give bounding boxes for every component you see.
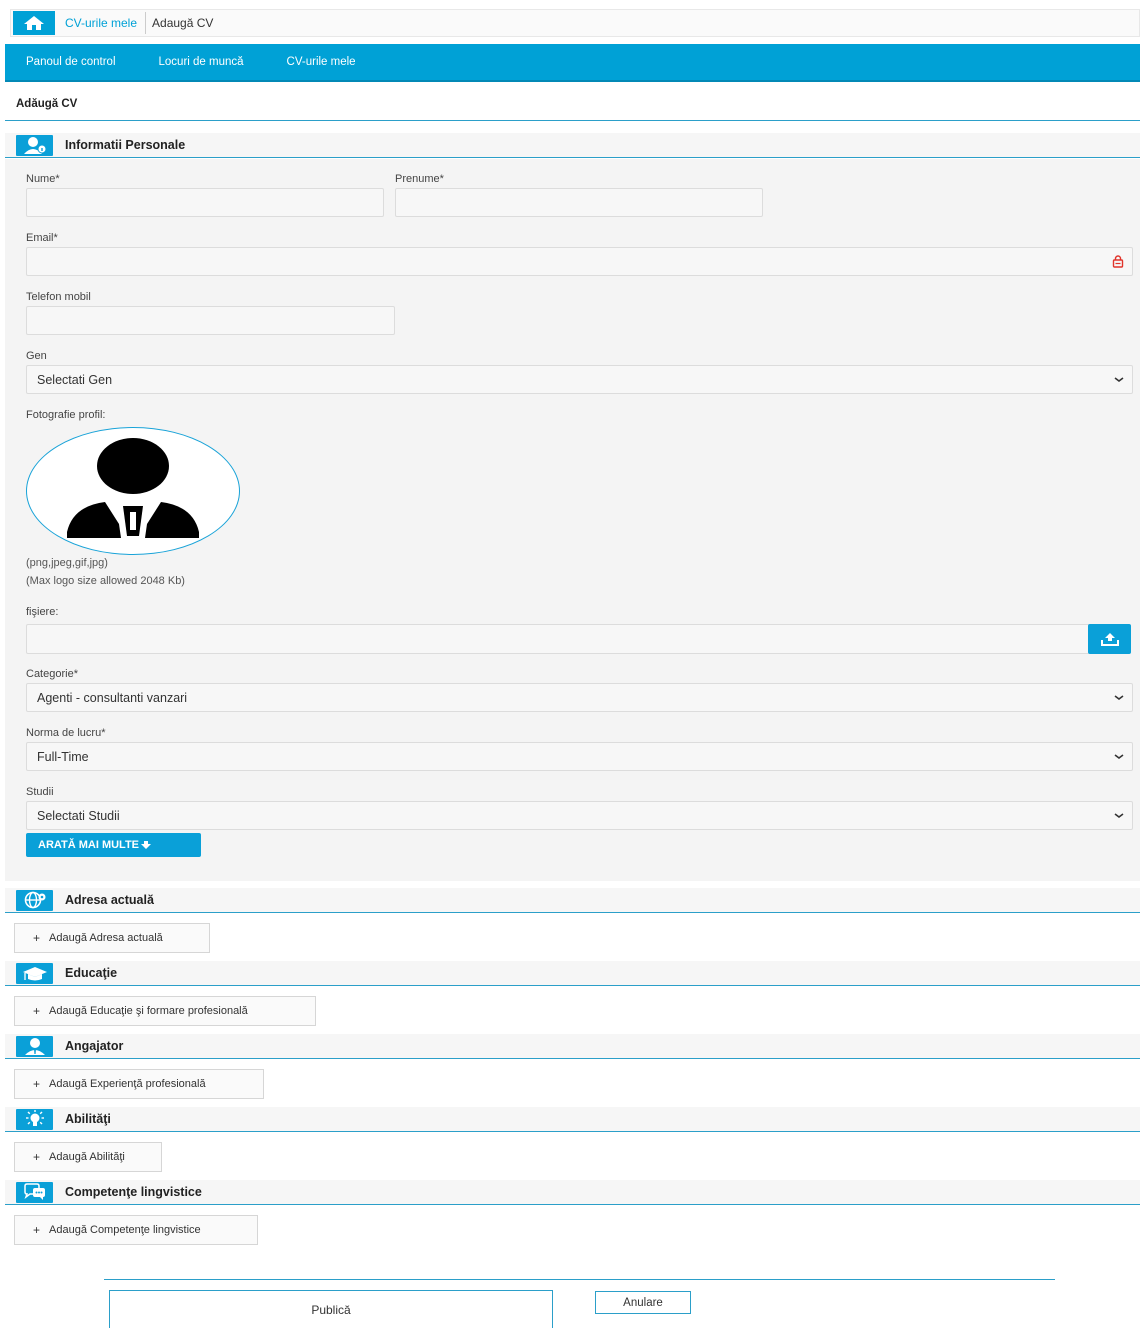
section-header-education: Educaţie bbox=[5, 961, 1140, 986]
plus-icon: + bbox=[33, 1077, 41, 1091]
page-title: Adăugă CV bbox=[16, 98, 78, 110]
norma-select-value: Full-Time bbox=[37, 749, 89, 764]
chevron-down-icon bbox=[1114, 691, 1124, 705]
chevron-down-icon bbox=[1114, 750, 1124, 764]
norma-select[interactable]: Full-Time bbox=[26, 742, 1133, 771]
add-education-label: Adaugă Educaţie şi formare profesională bbox=[49, 1005, 248, 1017]
user-info-icon bbox=[16, 134, 53, 156]
telefon-input[interactable] bbox=[26, 306, 395, 335]
studii-select[interactable]: Selectati Studii bbox=[26, 801, 1133, 830]
photo-max-size-note: (Max logo size allowed 2048 Kb) bbox=[26, 575, 185, 587]
publish-button[interactable]: Publică bbox=[109, 1290, 553, 1328]
show-more-button[interactable]: ARATĂ MAI MULTE bbox=[26, 833, 201, 857]
nume-label: Nume* bbox=[26, 173, 60, 185]
upload-icon bbox=[1100, 633, 1119, 646]
section-title-skills: Abilităţi bbox=[65, 1112, 111, 1126]
nume-input[interactable] bbox=[26, 188, 384, 217]
section-header-languages: Competenţe lingvistice bbox=[5, 1180, 1140, 1205]
categorie-select[interactable]: Agenti - consultanti vanzari bbox=[26, 683, 1133, 712]
telefon-label: Telefon mobil bbox=[26, 291, 91, 303]
graduation-cap-icon bbox=[16, 962, 53, 984]
section-header-personal: Informatii Personale bbox=[5, 133, 1140, 158]
personal-info-panel: Nume* Prenume* Email* Telefon mobil Gen … bbox=[5, 159, 1140, 881]
categorie-label: Categorie* bbox=[26, 668, 78, 680]
norma-label: Norma de lucru* bbox=[26, 727, 106, 739]
section-header-employer: Angajator bbox=[5, 1034, 1140, 1059]
show-more-label: ARATĂ MAI MULTE bbox=[38, 839, 140, 851]
chevron-down-icon bbox=[1114, 809, 1124, 823]
globe-location-icon bbox=[16, 889, 53, 911]
top-nav: Panoul de control Locuri de muncă CV-uri… bbox=[5, 44, 1140, 82]
section-title-employer: Angajator bbox=[65, 1039, 124, 1053]
chevron-down-icon bbox=[1114, 373, 1124, 387]
section-title-education: Educaţie bbox=[65, 966, 118, 980]
upload-button[interactable] bbox=[1088, 624, 1131, 654]
plus-icon: + bbox=[33, 1223, 41, 1237]
add-skills-label: Adaugă Abilităţi bbox=[49, 1151, 125, 1163]
avatar-person-icon bbox=[67, 438, 199, 538]
add-experience-label: Adaugă Experienţă profesională bbox=[49, 1078, 206, 1090]
foto-label: Fotografie profil: bbox=[26, 409, 106, 421]
section-title-address: Adresa actuală bbox=[65, 893, 154, 907]
title-divider bbox=[5, 120, 1140, 121]
fisiere-input[interactable] bbox=[26, 624, 1090, 654]
section-title-personal: Informatii Personale bbox=[65, 138, 186, 152]
lightbulb-icon bbox=[16, 1108, 53, 1130]
nav-item-dashboard[interactable]: Panoul de control bbox=[26, 56, 116, 68]
section-title-languages: Competenţe lingvistice bbox=[65, 1185, 202, 1199]
plus-icon: + bbox=[33, 1004, 41, 1018]
prenume-label: Prenume* bbox=[395, 173, 444, 185]
email-input[interactable] bbox=[26, 247, 1133, 276]
add-education-button[interactable]: + Adaugă Educaţie şi formare profesional… bbox=[14, 996, 316, 1026]
photo-formats-note: (png,jpeg,gif,jpg) bbox=[26, 557, 108, 569]
section-header-skills: Abilităţi bbox=[5, 1107, 1140, 1132]
actions-divider bbox=[104, 1279, 1055, 1280]
add-address-label: Adaugă Adresa actuală bbox=[49, 932, 163, 944]
speech-bubbles-icon bbox=[16, 1181, 53, 1203]
home-icon[interactable] bbox=[13, 11, 55, 35]
studii-select-value: Selectati Studii bbox=[37, 808, 120, 823]
categorie-select-value: Agenti - consultanti vanzari bbox=[37, 690, 188, 705]
nav-item-my-cvs[interactable]: CV-urile mele bbox=[287, 56, 356, 68]
gen-select[interactable]: Selectati Gen bbox=[26, 365, 1133, 394]
prenume-input[interactable] bbox=[395, 188, 763, 217]
section-header-address: Adresa actuală bbox=[5, 888, 1140, 913]
profile-photo-placeholder[interactable] bbox=[26, 427, 240, 555]
cancel-button[interactable]: Anulare bbox=[595, 1291, 691, 1314]
fisiere-label: fişiere: bbox=[26, 606, 59, 618]
gen-label: Gen bbox=[26, 350, 47, 362]
employer-icon bbox=[16, 1035, 53, 1057]
breadcrumb-link-cv[interactable]: CV-urile mele bbox=[55, 12, 147, 34]
email-label: Email* bbox=[26, 232, 58, 244]
add-experience-button[interactable]: + Adaugă Experienţă profesională bbox=[14, 1069, 264, 1099]
studii-label: Studii bbox=[26, 786, 54, 798]
add-skills-button[interactable]: + Adaugă Abilităţi bbox=[14, 1142, 162, 1172]
breadcrumb-current: Adaugă CV bbox=[152, 16, 214, 30]
add-address-button[interactable]: + Adaugă Adresa actuală bbox=[14, 923, 210, 953]
arrow-down-icon bbox=[141, 841, 152, 849]
plus-icon: + bbox=[33, 931, 41, 945]
gen-select-value: Selectati Gen bbox=[37, 372, 113, 387]
plus-icon: + bbox=[33, 1150, 41, 1164]
publish-label: Publică bbox=[311, 1303, 351, 1317]
password-manager-icon[interactable] bbox=[1112, 255, 1124, 271]
nav-item-jobs[interactable]: Locuri de muncă bbox=[159, 56, 244, 68]
add-languages-button[interactable]: + Adaugă Competenţe lingvistice bbox=[14, 1215, 258, 1245]
add-languages-label: Adaugă Competenţe lingvistice bbox=[49, 1224, 201, 1236]
cancel-label: Anulare bbox=[623, 1296, 663, 1309]
breadcrumb: CV-urile mele Adaugă CV bbox=[10, 9, 1140, 37]
